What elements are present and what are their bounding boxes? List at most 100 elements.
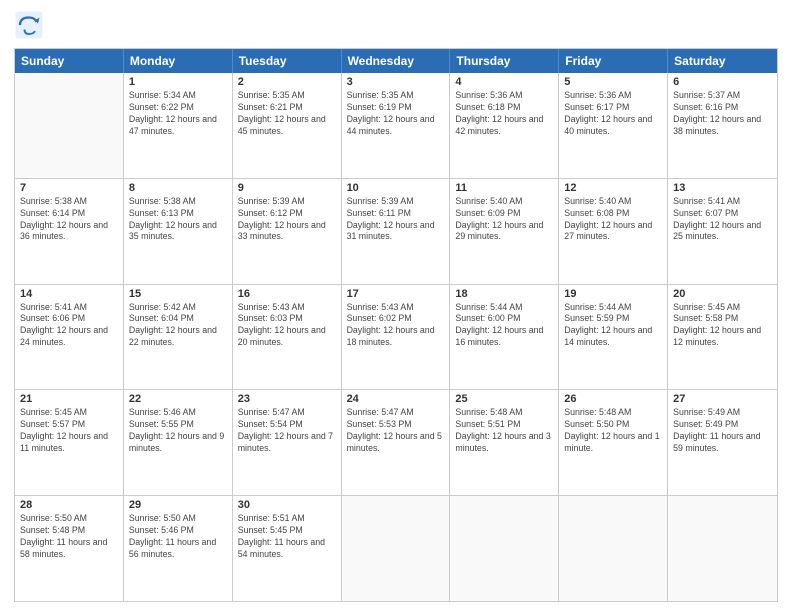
calendar-cell	[668, 496, 777, 601]
weekday-header-wednesday: Wednesday	[342, 49, 451, 73]
calendar-cell	[450, 496, 559, 601]
calendar-row-3: 14 Sunrise: 5:41 AMSunset: 6:06 PMDayligh…	[15, 284, 777, 390]
day-number: 14	[20, 288, 118, 300]
header	[14, 10, 778, 40]
weekday-header-sunday: Sunday	[15, 49, 124, 73]
day-number: 23	[238, 393, 336, 405]
calendar-cell: 23 Sunrise: 5:47 AMSunset: 5:54 PMDayligh…	[233, 390, 342, 495]
calendar-cell	[342, 496, 451, 601]
day-info: Sunrise: 5:45 AMSunset: 5:57 PMDaylight:…	[20, 407, 118, 455]
day-info: Sunrise: 5:44 AMSunset: 6:00 PMDaylight:…	[455, 302, 553, 350]
calendar-cell: 30 Sunrise: 5:51 AMSunset: 5:45 PMDayligh…	[233, 496, 342, 601]
weekday-header-thursday: Thursday	[450, 49, 559, 73]
day-number: 13	[673, 182, 772, 194]
day-info: Sunrise: 5:36 AMSunset: 6:18 PMDaylight:…	[455, 90, 553, 138]
day-info: Sunrise: 5:48 AMSunset: 5:50 PMDaylight:…	[564, 407, 662, 455]
calendar-cell: 5 Sunrise: 5:36 AMSunset: 6:17 PMDaylight…	[559, 73, 668, 178]
calendar-cell: 10 Sunrise: 5:39 AMSunset: 6:11 PMDayligh…	[342, 179, 451, 284]
weekday-header-monday: Monday	[124, 49, 233, 73]
day-info: Sunrise: 5:40 AMSunset: 6:09 PMDaylight:…	[455, 196, 553, 244]
day-info: Sunrise: 5:39 AMSunset: 6:11 PMDaylight:…	[347, 196, 445, 244]
day-info: Sunrise: 5:46 AMSunset: 5:55 PMDaylight:…	[129, 407, 227, 455]
day-info: Sunrise: 5:35 AMSunset: 6:19 PMDaylight:…	[347, 90, 445, 138]
day-info: Sunrise: 5:49 AMSunset: 5:49 PMDaylight:…	[673, 407, 772, 455]
calendar-row-1: 1Sunrise: 5:34 AMSunset: 6:22 PMDaylight…	[15, 73, 777, 178]
day-number: 22	[129, 393, 227, 405]
calendar-cell: 13 Sunrise: 5:41 AMSunset: 6:07 PMDayligh…	[668, 179, 777, 284]
day-info: Sunrise: 5:38 AMSunset: 6:14 PMDaylight:…	[20, 196, 118, 244]
calendar-cell: 17Sunrise: 5:43 AMSunset: 6:02 PMDayligh…	[342, 285, 451, 390]
calendar-cell: 9 Sunrise: 5:39 AMSunset: 6:12 PMDaylight…	[233, 179, 342, 284]
day-number: 15	[129, 288, 227, 300]
calendar-cell: 25Sunrise: 5:48 AMSunset: 5:51 PMDayligh…	[450, 390, 559, 495]
day-info: Sunrise: 5:43 AMSunset: 6:02 PMDaylight:…	[347, 302, 445, 350]
day-info: Sunrise: 5:36 AMSunset: 6:17 PMDaylight:…	[564, 90, 662, 138]
day-number: 21	[20, 393, 118, 405]
calendar-cell: 21 Sunrise: 5:45 AMSunset: 5:57 PMDayligh…	[15, 390, 124, 495]
day-info: Sunrise: 5:39 AMSunset: 6:12 PMDaylight:…	[238, 196, 336, 244]
day-number: 3	[347, 76, 445, 88]
calendar-cell: 2 Sunrise: 5:35 AMSunset: 6:21 PMDaylight…	[233, 73, 342, 178]
calendar-cell: 11 Sunrise: 5:40 AMSunset: 6:09 PMDayligh…	[450, 179, 559, 284]
day-number: 18	[455, 288, 553, 300]
calendar-cell: 4 Sunrise: 5:36 AMSunset: 6:18 PMDaylight…	[450, 73, 559, 178]
weekday-header-tuesday: Tuesday	[233, 49, 342, 73]
day-info: Sunrise: 5:50 AMSunset: 5:48 PMDaylight:…	[20, 513, 118, 561]
day-number: 9	[238, 182, 336, 194]
day-info: Sunrise: 5:40 AMSunset: 6:08 PMDaylight:…	[564, 196, 662, 244]
day-info: Sunrise: 5:50 AMSunset: 5:46 PMDaylight:…	[129, 513, 227, 561]
day-info: Sunrise: 5:34 AMSunset: 6:22 PMDaylight:…	[129, 90, 227, 138]
day-number: 30	[238, 499, 336, 511]
day-number: 28	[20, 499, 118, 511]
day-info: Sunrise: 5:41 AMSunset: 6:07 PMDaylight:…	[673, 196, 772, 244]
calendar-cell: 22 Sunrise: 5:46 AMSunset: 5:55 PMDayligh…	[124, 390, 233, 495]
day-info: Sunrise: 5:43 AMSunset: 6:03 PMDaylight:…	[238, 302, 336, 350]
day-number: 4	[455, 76, 553, 88]
day-info: Sunrise: 5:38 AMSunset: 6:13 PMDaylight:…	[129, 196, 227, 244]
day-number: 5	[564, 76, 662, 88]
calendar-cell: 20 Sunrise: 5:45 AMSunset: 5:58 PMDayligh…	[668, 285, 777, 390]
calendar-cell: 29Sunrise: 5:50 AMSunset: 5:46 PMDayligh…	[124, 496, 233, 601]
calendar-cell: 24Sunrise: 5:47 AMSunset: 5:53 PMDayligh…	[342, 390, 451, 495]
day-number: 6	[673, 76, 772, 88]
calendar-header: SundayMondayTuesdayWednesdayThursdayFrid…	[15, 49, 777, 73]
calendar-cell: 26 Sunrise: 5:48 AMSunset: 5:50 PMDayligh…	[559, 390, 668, 495]
calendar-cell: 7 Sunrise: 5:38 AMSunset: 6:14 PMDaylight…	[15, 179, 124, 284]
day-info: Sunrise: 5:47 AMSunset: 5:54 PMDaylight:…	[238, 407, 336, 455]
day-number: 16	[238, 288, 336, 300]
calendar-cell: 6Sunrise: 5:37 AMSunset: 6:16 PMDaylight…	[668, 73, 777, 178]
day-number: 20	[673, 288, 772, 300]
calendar-cell: 12 Sunrise: 5:40 AMSunset: 6:08 PMDayligh…	[559, 179, 668, 284]
calendar-cell	[15, 73, 124, 178]
page: SundayMondayTuesdayWednesdayThursdayFrid…	[0, 0, 792, 612]
day-number: 2	[238, 76, 336, 88]
day-number: 26	[564, 393, 662, 405]
calendar-cell: 3 Sunrise: 5:35 AMSunset: 6:19 PMDaylight…	[342, 73, 451, 178]
day-info: Sunrise: 5:51 AMSunset: 5:45 PMDaylight:…	[238, 513, 336, 561]
day-number: 24	[347, 393, 445, 405]
calendar-cell: 15 Sunrise: 5:42 AMSunset: 6:04 PMDayligh…	[124, 285, 233, 390]
weekday-header-saturday: Saturday	[668, 49, 777, 73]
calendar-cell: 8Sunrise: 5:38 AMSunset: 6:13 PMDaylight…	[124, 179, 233, 284]
calendar-cell: 28 Sunrise: 5:50 AMSunset: 5:48 PMDayligh…	[15, 496, 124, 601]
day-number: 11	[455, 182, 553, 194]
day-info: Sunrise: 5:41 AMSunset: 6:06 PMDaylight:…	[20, 302, 118, 350]
calendar-row-5: 28 Sunrise: 5:50 AMSunset: 5:48 PMDayligh…	[15, 495, 777, 601]
calendar-cell: 1Sunrise: 5:34 AMSunset: 6:22 PMDaylight…	[124, 73, 233, 178]
calendar-cell: 27 Sunrise: 5:49 AMSunset: 5:49 PMDayligh…	[668, 390, 777, 495]
day-number: 27	[673, 393, 772, 405]
weekday-header-friday: Friday	[559, 49, 668, 73]
day-number: 7	[20, 182, 118, 194]
day-info: Sunrise: 5:45 AMSunset: 5:58 PMDaylight:…	[673, 302, 772, 350]
day-number: 10	[347, 182, 445, 194]
calendar-cell	[559, 496, 668, 601]
calendar-cell: 14 Sunrise: 5:41 AMSunset: 6:06 PMDayligh…	[15, 285, 124, 390]
day-info: Sunrise: 5:44 AMSunset: 5:59 PMDaylight:…	[564, 302, 662, 350]
day-info: Sunrise: 5:35 AMSunset: 6:21 PMDaylight:…	[238, 90, 336, 138]
day-info: Sunrise: 5:48 AMSunset: 5:51 PMDaylight:…	[455, 407, 553, 455]
calendar-cell: 18 Sunrise: 5:44 AMSunset: 6:00 PMDayligh…	[450, 285, 559, 390]
day-info: Sunrise: 5:42 AMSunset: 6:04 PMDaylight:…	[129, 302, 227, 350]
calendar: SundayMondayTuesdayWednesdayThursdayFrid…	[14, 48, 778, 602]
logo-icon	[14, 10, 44, 40]
day-number: 12	[564, 182, 662, 194]
